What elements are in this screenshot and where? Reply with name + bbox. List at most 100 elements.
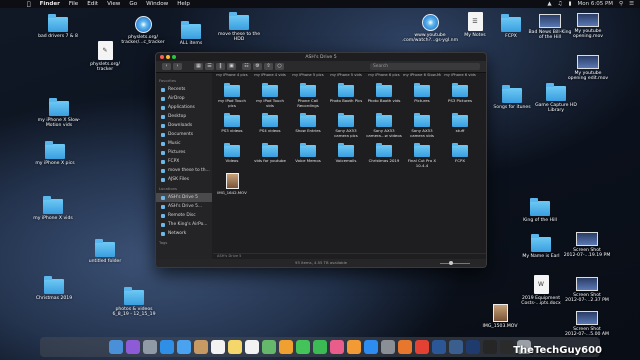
dock-messages-icon[interactable] [296, 340, 310, 354]
sidebar-item[interactable]: Desktop [156, 112, 212, 121]
dock-lightroom-icon[interactable] [449, 340, 463, 354]
desktop-folder[interactable]: Christmas 2019 [18, 276, 90, 301]
dock-facetime-icon[interactable] [313, 340, 327, 354]
desktop-folder[interactable]: photos & videos 6_8_19 - 12_15_19 [98, 287, 170, 318]
dock-notes-icon[interactable] [228, 340, 242, 354]
sidebar-item[interactable]: Recents [156, 85, 212, 94]
folder-label[interactable]: my iPhone 6 pics [365, 73, 403, 79]
icon-size-slider[interactable] [440, 261, 470, 265]
desktop-file[interactable]: Screen Shot 2012-07-...5.00 AM [551, 311, 623, 338]
sidebar-item[interactable]: Documents [156, 130, 212, 139]
wifi-icon[interactable]: ▲ [547, 1, 551, 7]
file-item[interactable]: my iPod Touch pics [213, 81, 251, 111]
file-item[interactable]: Videos [213, 141, 251, 171]
folder-label[interactable]: my iPhone 4 vids [251, 73, 289, 79]
menu-view[interactable]: View [107, 1, 120, 7]
dock-safari-icon[interactable] [160, 340, 174, 354]
tag-icon[interactable]: ○ [275, 63, 284, 70]
sidebar-item[interactable]: Network [156, 229, 212, 238]
minimize-icon[interactable] [166, 55, 170, 59]
back-icon[interactable]: ‹ [162, 63, 171, 70]
sidebar-item[interactable]: Downloads [156, 121, 212, 130]
file-item[interactable]: IMG_1642.MOV [213, 171, 251, 201]
file-item[interactable]: Sony AX53 camera pics [327, 111, 365, 141]
dock-books-icon[interactable] [347, 340, 361, 354]
desktop-webloc[interactable]: ✎ physlets.org/ tracker [69, 41, 141, 73]
sidebar-item[interactable]: Pictures [156, 148, 212, 157]
dock-photos-icon[interactable] [279, 340, 293, 354]
group-icon[interactable]: ☷ [242, 63, 251, 70]
file-item[interactable]: PS4 videos [251, 111, 289, 141]
dock-itunes-icon[interactable] [330, 340, 344, 354]
desktop-folder[interactable]: my iPhone X Slow- Motion vids [23, 98, 95, 129]
folder-label[interactable]: my iPhone 6 Slow-Motion vids [403, 73, 441, 79]
desktop-folder[interactable]: move these to the HDD [203, 12, 275, 43]
menu-go[interactable]: Go [129, 1, 137, 7]
menu-finder[interactable]: Finder [40, 1, 60, 7]
menu-edit[interactable]: Edit [87, 1, 98, 7]
battery-icon[interactable]: ▮ [568, 1, 571, 7]
sidebar-item[interactable]: The King's AirPo... [156, 220, 212, 229]
view-gallery-icon[interactable]: ▣ [227, 63, 236, 70]
view-columns-icon[interactable]: ‖ [216, 63, 225, 70]
dock-terminal-icon[interactable] [500, 340, 514, 354]
file-item[interactable]: Show Entries [289, 111, 327, 141]
file-item[interactable]: Photo Booth vids [365, 81, 403, 111]
action-gear-icon[interactable]: ⚙ [253, 63, 262, 70]
desktop-folder[interactable]: bad drivers 7 & 8 [22, 14, 94, 39]
file-item[interactable]: PS3 Pictures [441, 81, 479, 111]
desktop-file[interactable]: My youtube opening edit.mov [552, 55, 624, 82]
desktop-folder[interactable]: Game Capture HD Library [520, 83, 592, 114]
dock-launchpad-icon[interactable] [143, 340, 157, 354]
share-icon[interactable]: ⇧ [264, 63, 273, 70]
desktop-folder[interactable]: King of the Hill [504, 198, 576, 223]
sidebar-item[interactable]: Music [156, 139, 212, 148]
dock-calendar-icon[interactable] [211, 340, 225, 354]
desktop-file[interactable]: Screen Shot 2012-07-...2.37 PM [551, 277, 623, 304]
file-item[interactable]: FCPX [441, 141, 479, 171]
sidebar-item[interactable]: ASH's Drive 5... [156, 202, 212, 211]
file-item[interactable]: vids for youtube [251, 141, 289, 171]
file-item[interactable]: Final Cut Pro X 10.4.4 [403, 141, 441, 171]
file-item[interactable]: Pictures [403, 81, 441, 111]
sidebar-item[interactable]: Remote Disc [156, 211, 212, 220]
search-input[interactable]: Search [370, 63, 480, 70]
file-item[interactable]: PS3 videos [213, 111, 251, 141]
dock-reminders-icon[interactable] [245, 340, 259, 354]
sidebar-item[interactable]: move these to th... [156, 166, 212, 175]
file-item[interactable]: Sony AX53 camera vids [403, 111, 441, 141]
zoom-icon[interactable] [172, 55, 176, 59]
sidebar-item[interactable]: AirDrop [156, 94, 212, 103]
menu-help[interactable]: Help [177, 1, 190, 7]
dock-word-icon[interactable] [432, 340, 446, 354]
forward-icon[interactable]: › [173, 63, 182, 70]
dock-system-preferences-icon[interactable] [381, 340, 395, 354]
sidebar-item[interactable]: AJSK Files [156, 175, 212, 184]
apple-icon[interactable]:  [27, 1, 31, 8]
desktop-folder[interactable]: my iPhone X pics [19, 141, 91, 166]
folder-label[interactable]: my iPhone 5 vids [327, 73, 365, 79]
folder-label[interactable]: my iPhone 6 vids [441, 73, 479, 79]
menu-file[interactable]: File [69, 1, 78, 7]
desktop-file[interactable]: Screen Shot 2012-07-...19.19 PM [551, 232, 623, 259]
file-item[interactable]: Voice Memos [289, 141, 327, 171]
file-item[interactable]: my iPod Touch vids [251, 81, 289, 111]
close-icon[interactable] [160, 55, 164, 59]
desktop-file[interactable]: IMG_1503.MOV [464, 304, 536, 329]
file-item[interactable]: Voicemails [327, 141, 365, 171]
dock-maps-icon[interactable] [262, 340, 276, 354]
folder-label[interactable]: my iPhone 5 pics [289, 73, 327, 79]
desktop-folder[interactable]: untitled folder [69, 239, 141, 264]
file-item[interactable]: Sony AX53 camera...w videos [365, 111, 403, 141]
spotlight-icon[interactable]: ⚲ [619, 1, 623, 7]
view-icons-icon[interactable]: ▦ [194, 63, 203, 70]
file-item[interactable]: Christmas 2019 [365, 141, 403, 171]
desktop-file[interactable]: My youtube opening.mov [552, 13, 624, 40]
sidebar-item[interactable]: FCPX [156, 157, 212, 166]
dock-contacts-icon[interactable] [194, 340, 208, 354]
dock-photoshop-icon[interactable] [466, 340, 480, 354]
menu-window[interactable]: Window [146, 1, 168, 7]
file-item[interactable]: stuff [441, 111, 479, 141]
dock-mail-icon[interactable] [177, 340, 191, 354]
folder-label[interactable]: my iPhone 4 pics [213, 73, 251, 79]
